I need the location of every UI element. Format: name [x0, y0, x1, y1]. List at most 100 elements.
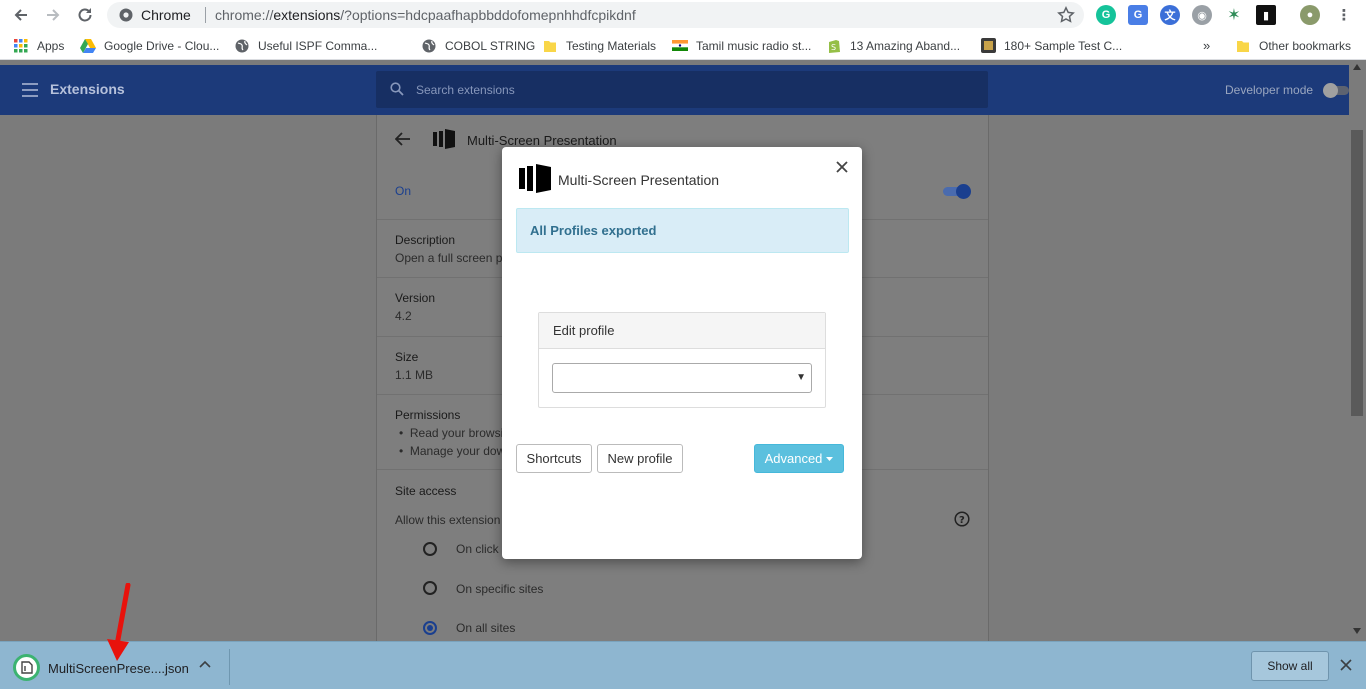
download-shelf: MultiScreenPrese....json Show all — [0, 641, 1366, 689]
radio-on-click[interactable] — [423, 542, 437, 556]
bookmarks-overflow-button[interactable]: » — [1203, 37, 1210, 54]
bookmark-label: 180+ Sample Test C... — [1004, 38, 1123, 53]
chrome-menu-kebab-icon[interactable]: ⋮ — [1334, 5, 1354, 25]
close-icon[interactable] — [1340, 659, 1352, 671]
address-bar[interactable]: Chrome chrome://extensions/?options=hdcp… — [107, 2, 1084, 28]
developer-mode-toggle[interactable] — [1323, 83, 1351, 98]
search-icon — [390, 82, 404, 96]
caret-down-icon — [826, 456, 834, 461]
forward-button[interactable] — [40, 3, 66, 27]
site-access-label: Site access — [395, 484, 457, 498]
button-label: Advanced — [764, 451, 823, 466]
version-value: 4.2 — [395, 309, 412, 323]
arrow-left-icon — [14, 9, 27, 21]
bookmark-label: Useful ISPF Comma... — [258, 38, 378, 53]
toggle-thumb — [1323, 83, 1338, 98]
permission-item: • Read your browsi — [399, 426, 504, 440]
folder-icon — [1235, 38, 1251, 54]
button-label: New profile — [607, 451, 673, 466]
panel-header: Edit profile — [539, 313, 825, 349]
scroll-down-icon[interactable] — [1353, 628, 1361, 634]
translate-extension-icon[interactable]: 文 — [1160, 5, 1180, 25]
overflow-chevron-icon: » — [1203, 38, 1211, 53]
bookmark-tamil-radio[interactable]: Tamil music radio st... — [672, 37, 811, 54]
bookmark-google-drive[interactable]: Google Drive - Clou... — [80, 37, 219, 54]
shortcuts-button[interactable]: Shortcuts — [516, 444, 592, 473]
bookmark-star-icon[interactable] — [1057, 6, 1075, 24]
bookmark-label: COBOL STRING — [445, 38, 536, 53]
file-icon — [20, 661, 33, 674]
export-success-alert: All Profiles exported — [516, 208, 849, 253]
description-text: Open a full screen pr — [395, 251, 507, 265]
url-host: extensions — [273, 7, 341, 23]
reload-button[interactable] — [72, 3, 98, 27]
bookmark-cobol-string[interactable]: COBOL STRING — [421, 37, 535, 54]
profile-avatar[interactable]: ● — [1300, 5, 1320, 25]
grammarly-extension-icon[interactable]: G — [1096, 5, 1116, 25]
site-label: Chrome — [141, 7, 191, 23]
page-scrollbar[interactable] — [1349, 60, 1366, 641]
back-button[interactable] — [8, 3, 34, 27]
chevron-up-icon[interactable] — [199, 659, 211, 669]
chrome-icon — [119, 8, 133, 22]
bookmark-other-bookmarks[interactable]: Other bookmarks — [1235, 37, 1351, 54]
site-favicon-icon — [980, 38, 996, 54]
help-icon[interactable]: ? — [954, 511, 970, 527]
button-label: Shortcuts — [526, 451, 582, 466]
globe-icon — [234, 38, 250, 54]
extension-name: Multi-Screen Presentation — [467, 133, 617, 148]
permission-text: Read your browsi — [409, 426, 504, 440]
bird-extension-icon[interactable]: ✶ — [1224, 5, 1244, 25]
permission-text: Manage your dow — [409, 444, 506, 458]
shopify-icon: S — [826, 38, 842, 54]
google-drive-icon — [80, 38, 96, 54]
radio-on-specific-sites[interactable] — [423, 581, 437, 595]
download-file-name[interactable]: MultiScreenPrese....json — [48, 661, 189, 676]
url-scheme: chrome:// — [215, 7, 274, 23]
hamburger-menu-icon[interactable] — [22, 83, 38, 97]
google-translate-extension-icon[interactable]: G — [1128, 5, 1148, 25]
show-all-button[interactable]: Show all — [1251, 651, 1329, 681]
extension-options-dialog: Multi-Screen Presentation All Profiles e… — [502, 147, 862, 559]
red-arrow-annotation-icon — [107, 583, 131, 661]
new-profile-button[interactable]: New profile — [597, 444, 683, 473]
scrollbar-thumb[interactable] — [1351, 130, 1363, 416]
reload-icon — [78, 8, 92, 22]
profile-select[interactable]: ▼ — [552, 363, 812, 393]
radio-label: On specific sites — [456, 582, 544, 596]
bookmark-label: 13 Amazing Aband... — [850, 38, 961, 53]
bookmark-apps[interactable]: Apps — [13, 37, 64, 54]
bookmark-ispf[interactable]: Useful ISPF Comma... — [234, 37, 377, 54]
scroll-up-icon[interactable] — [1353, 64, 1361, 70]
radio-on-all-sites[interactable] — [423, 621, 437, 635]
search-placeholder: Search extensions — [416, 83, 515, 97]
record-extension-icon[interactable]: ◉ — [1192, 5, 1212, 25]
bookmark-label: Testing Materials — [566, 38, 657, 53]
close-icon[interactable] — [834, 159, 850, 175]
size-value: 1.1 MB — [395, 368, 434, 382]
bookmark-label: Tamil music radio st... — [696, 38, 812, 53]
extensions-header: Extensions Search extensions Developer m… — [0, 65, 1366, 115]
bookmarks-bar: Apps Google Drive - Clou... Useful ISPF … — [0, 31, 1366, 60]
multi-screen-extension-icon[interactable]: ▮ — [1256, 5, 1276, 25]
extension-status: On — [395, 184, 412, 198]
bookmark-sample-test[interactable]: 180+ Sample Test C... — [980, 37, 1122, 54]
advanced-dropdown-button[interactable]: Advanced — [754, 444, 844, 473]
extension-enabled-toggle[interactable] — [943, 184, 971, 199]
address-separator — [205, 7, 206, 23]
downloaded-file-icon[interactable] — [13, 654, 40, 681]
bookmark-13-amazing[interactable]: S 13 Amazing Aband... — [826, 37, 960, 54]
permission-item: • Manage your dow — [399, 444, 506, 458]
search-extensions-input[interactable]: Search extensions — [376, 71, 988, 108]
alert-message: All Profiles exported — [530, 223, 657, 238]
bookmark-testing-materials[interactable]: Testing Materials — [542, 37, 656, 54]
panel-title: Edit profile — [553, 323, 615, 338]
edit-profile-panel: Edit profile ▼ — [538, 312, 826, 408]
bookmark-label: Other bookmarks — [1259, 38, 1352, 53]
bookmark-label: Google Drive - Clou... — [104, 38, 220, 53]
back-arrow-icon[interactable] — [395, 132, 411, 146]
india-flag-icon — [672, 38, 688, 54]
size-label: Size — [395, 350, 419, 364]
toggle-thumb — [956, 184, 971, 199]
radio-label: On all sites — [456, 621, 516, 635]
